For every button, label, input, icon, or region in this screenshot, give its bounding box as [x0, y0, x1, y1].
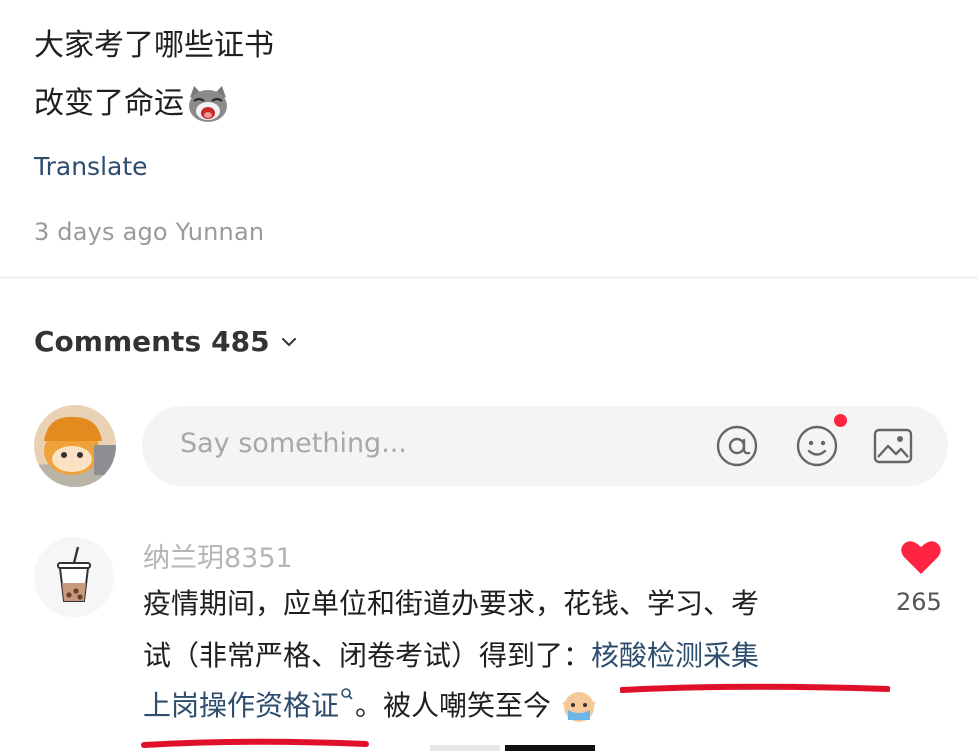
comments-title: Comments [34, 325, 202, 358]
bubble-tea-icon [34, 537, 114, 617]
comment-input-placeholder[interactable]: Say something... [180, 428, 407, 459]
like-count: 265 [896, 588, 942, 616]
comments-count: 485 [211, 325, 270, 358]
image-icon[interactable] [870, 423, 916, 469]
comment-highlight-link-cont[interactable]: 上岗操作资格证 [143, 689, 339, 722]
notification-dot [834, 414, 847, 427]
emoji-icon[interactable] [794, 423, 840, 469]
chevron-down-icon[interactable] [280, 333, 298, 351]
heart-icon[interactable] [900, 538, 942, 576]
next-content-edge [430, 745, 500, 751]
at-icon[interactable] [714, 423, 760, 469]
red-underline-mark [620, 683, 890, 693]
comment-text-line-2: 试（非常严格、闭卷考试）得到了：核酸检测采集 [143, 636, 759, 676]
comments-header[interactable]: Comments 485 [34, 325, 298, 358]
translate-link[interactable]: Translate [34, 152, 148, 181]
comment-text-plain-end: 。被人嘲笑至今 [355, 689, 552, 722]
red-underline-mark [141, 738, 369, 748]
comment-highlight-link[interactable]: 核酸检测采集 [591, 639, 759, 672]
comment-text-plain: 试（非常严格、闭卷考试）得到了： [143, 639, 592, 672]
comment-text-line-1: 疫情期间，应单位和街道办要求，花钱、学习、考 [143, 587, 760, 620]
post-meta: 3 days ago Yunnan [34, 218, 265, 246]
post-text-line-2: 改变了命运 [34, 84, 230, 124]
commenter-avatar[interactable] [34, 537, 114, 617]
search-icon[interactable] [339, 686, 355, 702]
section-divider [0, 276, 978, 279]
comment-username[interactable]: 纳兰玥8351 [143, 536, 293, 575]
avatar-illustration [34, 405, 116, 487]
crying-face-emoji-icon [562, 692, 596, 722]
crying-cat-emoji-icon [189, 86, 227, 122]
comment-text-line-3: 上岗操作资格证 。被人嘲笑至今 [143, 686, 598, 726]
post-text-line-2-label: 改变了命运 [34, 86, 184, 121]
current-user-avatar[interactable] [34, 405, 116, 487]
next-content-edge [505, 745, 595, 751]
post-text-line-1: 大家考了哪些证书 [34, 28, 274, 63]
